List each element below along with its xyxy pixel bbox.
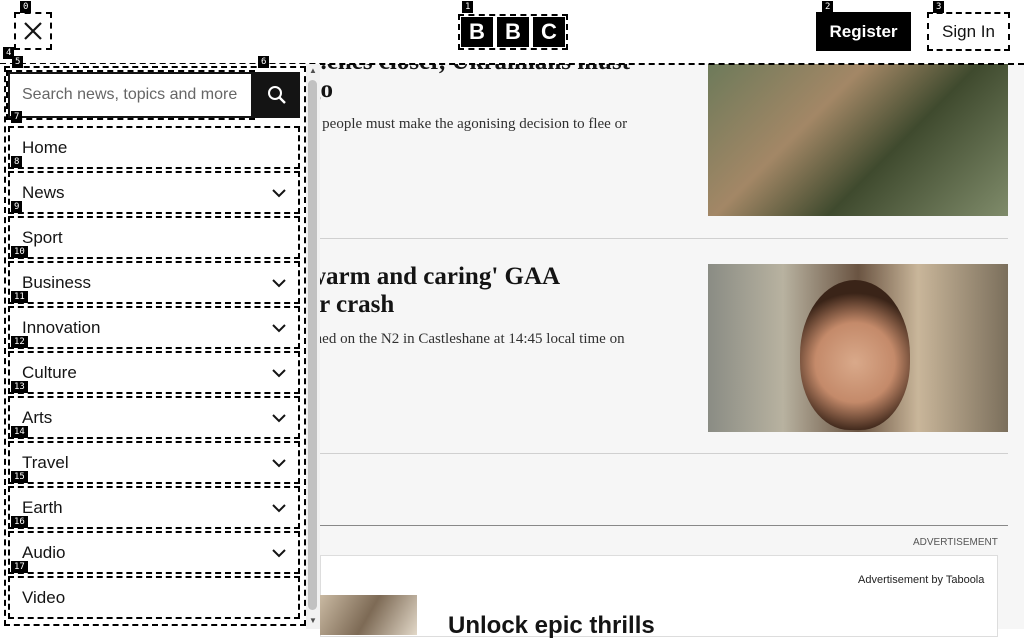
nav-item-label: Earth [22,497,63,517]
site-header: B B C Register Sign In [0,0,1024,65]
search-button[interactable] [253,72,300,118]
drawer-scrollbar[interactable]: ▲ ▼ [306,64,320,629]
search-icon [267,86,286,104]
annotation-tag: 13 [11,381,28,393]
nav-item-business[interactable]: Business [8,261,300,304]
nav-item-label: Sport [22,227,63,247]
nav-item-label: Video [22,587,66,607]
scroll-up-arrow-icon[interactable]: ▲ [309,66,317,75]
annotation-tag: 11 [11,291,28,303]
article-1-summary: e, people must make the agonising decisi… [308,116,628,132]
ad-divider [308,525,1008,526]
annotation-tag: 9 [11,201,23,213]
annotation-tag: 17 [11,561,28,573]
chevron-down-icon[interactable] [272,368,286,378]
annotation-tag: 8 [11,156,23,168]
nav-item-sport[interactable]: Sport [8,216,300,259]
annotation-tag: 3 [933,1,945,13]
nav-item-label: Home [22,137,68,157]
scrollbar-thumb[interactable] [308,80,317,610]
nav-item-innovation[interactable]: Innovation [8,306,300,349]
register-button[interactable]: Register [816,12,911,51]
ad-container[interactable] [320,555,998,637]
nav-item-label: Culture [22,362,77,382]
nav-item-label: Travel [22,452,69,472]
chevron-down-icon[interactable] [272,188,286,198]
bbc-logo[interactable]: B B C [458,14,568,50]
article-1-image[interactable] [708,64,1008,216]
article-2-headline-line-2[interactable]: er crash [308,291,394,319]
chevron-down-icon[interactable] [272,278,286,288]
nav-item-audio[interactable]: Audio [8,531,300,574]
nav-item-earth[interactable]: Earth [8,486,300,529]
scroll-down-arrow-icon[interactable]: ▼ [309,616,317,625]
logo-letter: B [497,17,529,47]
annotation-tag: 16 [11,516,28,528]
advertisement-label: ADVERTISEMENT [913,537,998,548]
nav-item-label: Arts [22,407,53,427]
ad-title[interactable]: Unlock epic thrills [448,612,655,640]
annotation-tag: 5 [12,56,24,68]
search-input[interactable] [6,70,255,120]
chevron-down-icon[interactable] [272,413,286,423]
annotation-tag: 2 [822,1,834,13]
logo-letter: B [461,17,493,47]
close-menu-button[interactable] [14,12,52,50]
nav-item-culture[interactable]: Culture [8,351,300,394]
nav-item-label: Innovation [22,317,101,337]
close-icon [24,22,42,40]
article-2-portrait [800,280,910,430]
annotation-tag: 1 [462,1,474,13]
nav-item-label: Audio [22,542,66,562]
nav-item-arts[interactable]: Arts [8,396,300,439]
chevron-down-icon[interactable] [272,458,286,468]
nav-item-label: News [22,182,65,202]
annotation-tag: 12 [11,336,28,348]
nav-menu: Home News Sport Business Innovation Culture Ar… [8,126,300,621]
annotation-tag: 0 [20,1,32,13]
nav-item-home[interactable]: Home [8,126,300,169]
chevron-down-icon[interactable] [272,548,286,558]
logo-letter: C [533,17,565,47]
annotation-tag: 7 [11,111,23,123]
article-2-summary: ened on the N2 in Castleshane at 14:45 l… [308,331,625,347]
annotation-tag: 14 [11,426,28,438]
nav-item-news[interactable]: News [8,171,300,214]
annotation-tag: 15 [11,471,28,483]
sign-in-button[interactable]: Sign In [927,12,1010,51]
annotation-tag: 10 [11,246,28,258]
search-bar [6,70,300,120]
chevron-down-icon[interactable] [272,503,286,513]
nav-item-video[interactable]: Video [8,576,300,619]
ad-image[interactable] [320,595,417,635]
nav-item-label: Business [22,272,91,292]
annotation-tag: 6 [258,56,270,68]
chevron-down-icon[interactable] [272,323,286,333]
taboola-label[interactable]: Advertisement by Taboola [858,574,984,586]
article-2-headline-line-1[interactable]: warm and caring' GAA [308,263,560,291]
nav-item-travel[interactable]: Travel [8,441,300,484]
